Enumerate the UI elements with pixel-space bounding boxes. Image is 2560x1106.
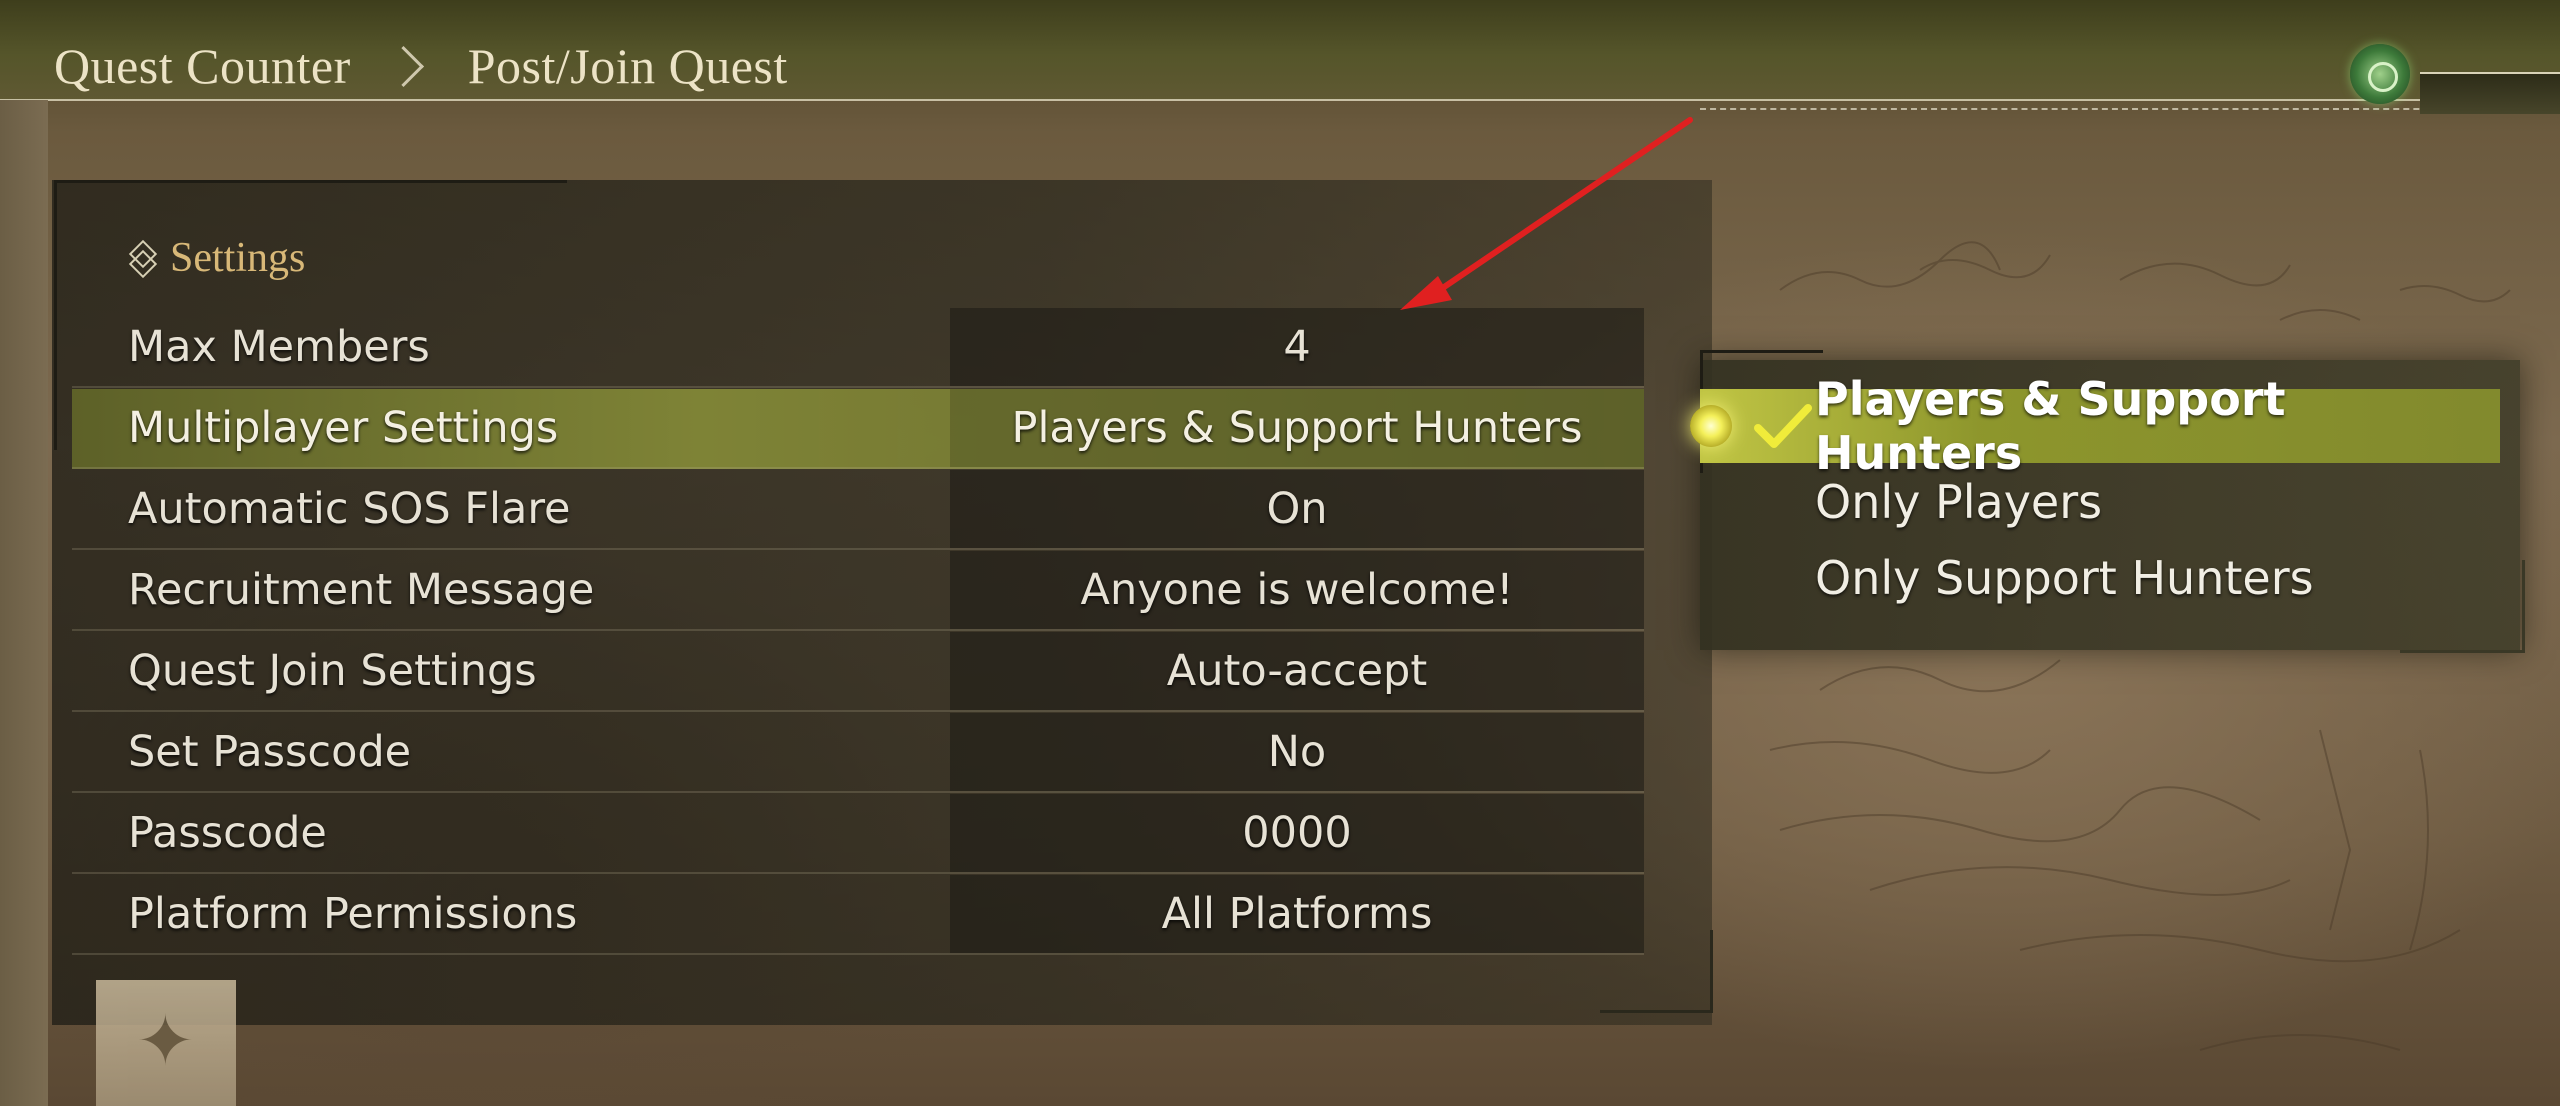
header-divider (0, 99, 2560, 101)
setting-value: 0000 (1242, 808, 1352, 858)
section-title: Settings (170, 235, 306, 281)
option-players-and-support-hunters[interactable]: Players & Support Hunters (1700, 372, 2500, 480)
hunter-rank-emblem-icon: ✦ (96, 980, 236, 1106)
panel-frame-edge (54, 180, 57, 450)
setting-label: Max Members (128, 322, 430, 372)
option-label: Only Players (1815, 475, 2103, 529)
setting-value-box: Auto-accept (950, 632, 1644, 710)
guild-emblem-icon (2350, 44, 2410, 104)
setting-row-automatic-sos-flare[interactable]: Automatic SOS Flare On (72, 470, 1644, 550)
setting-label: Platform Permissions (128, 889, 578, 939)
panel-frame-corner (54, 180, 567, 197)
setting-row-passcode[interactable]: Passcode 0000 (72, 794, 1644, 874)
setting-value: Anyone is welcome! (1080, 565, 1514, 615)
section-header: Settings (128, 228, 305, 288)
setting-label: Passcode (128, 808, 327, 858)
setting-value: 4 (1283, 322, 1311, 372)
settings-list: Max Members 4 Multiplayer Settings Playe… (72, 308, 1644, 956)
setting-label: Set Passcode (128, 727, 412, 777)
option-label: Only Support Hunters (1815, 551, 2314, 605)
background-strip (0, 100, 48, 1106)
setting-value-box: All Platforms (950, 875, 1644, 953)
setting-label: Automatic SOS Flare (128, 484, 571, 534)
option-only-players[interactable]: Only Players (1700, 465, 2500, 539)
setting-value-box: 4 (950, 308, 1644, 386)
star-icon: ✦ (136, 1000, 195, 1082)
checkmark-icon (1754, 404, 1812, 448)
setting-row-quest-join-settings[interactable]: Quest Join Settings Auto-accept (72, 632, 1644, 712)
setting-value: All Platforms (1161, 889, 1433, 939)
setting-label: Recruitment Message (128, 565, 595, 615)
setting-value: Auto-accept (1166, 646, 1428, 696)
layers-icon (128, 244, 156, 272)
chevron-right-icon (382, 45, 424, 87)
breadcrumb-item-quest-counter[interactable]: Quest Counter (54, 37, 351, 95)
setting-label: Quest Join Settings (128, 646, 537, 696)
setting-row-multiplayer-settings[interactable]: Multiplayer Settings Players & Support H… (72, 389, 1644, 469)
setting-value-box: Players & Support Hunters (950, 389, 1644, 467)
selection-cursor-icon (1690, 405, 1732, 447)
setting-value-box: 0000 (950, 794, 1644, 872)
setting-label: Multiplayer Settings (128, 403, 559, 453)
setting-row-max-members[interactable]: Max Members 4 (72, 308, 1644, 388)
option-label: Players & Support Hunters (1815, 372, 2286, 480)
setting-row-set-passcode[interactable]: Set Passcode No (72, 713, 1644, 793)
setting-value-box: On (950, 470, 1644, 548)
setting-value: Players & Support Hunters (1011, 403, 1583, 453)
setting-value-box: No (950, 713, 1644, 791)
header-tab-decoration (2420, 72, 2560, 114)
setting-row-platform-permissions[interactable]: Platform Permissions All Platforms (72, 875, 1644, 955)
setting-value: On (1266, 484, 1328, 534)
setting-row-recruitment-message[interactable]: Recruitment Message Anyone is welcome! (72, 551, 1644, 631)
breadcrumb: Quest Counter Post/Join Quest (54, 36, 788, 96)
setting-value: No (1267, 727, 1327, 777)
breadcrumb-item-post-join-quest: Post/Join Quest (467, 38, 788, 94)
setting-value-box: Anyone is welcome! (950, 551, 1644, 629)
option-only-support-hunters[interactable]: Only Support Hunters (1700, 541, 2500, 615)
